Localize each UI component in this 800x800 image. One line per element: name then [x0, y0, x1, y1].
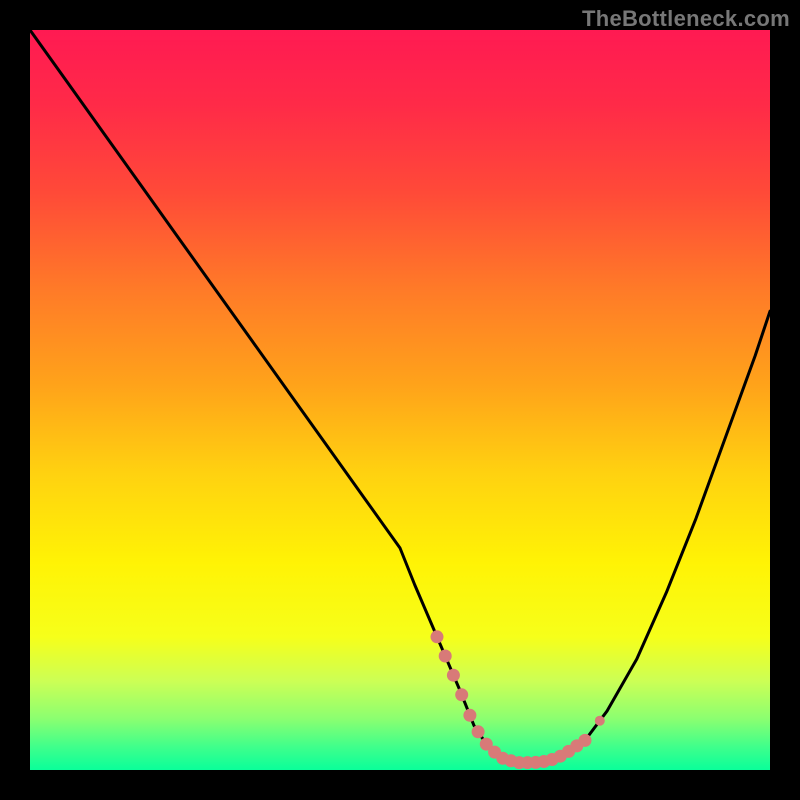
plot-area [30, 30, 770, 770]
optimal-point [463, 709, 476, 722]
optimal-point [472, 725, 485, 738]
watermark-text: TheBottleneck.com [582, 6, 790, 32]
optimal-endpoint [595, 716, 605, 726]
optimal-point [455, 688, 468, 701]
gradient-background [30, 30, 770, 770]
optimal-point [431, 630, 444, 643]
optimal-point [579, 734, 592, 747]
bottleneck-chart [30, 30, 770, 770]
optimal-point [439, 650, 452, 663]
optimal-point [447, 669, 460, 682]
chart-frame: TheBottleneck.com [0, 0, 800, 800]
